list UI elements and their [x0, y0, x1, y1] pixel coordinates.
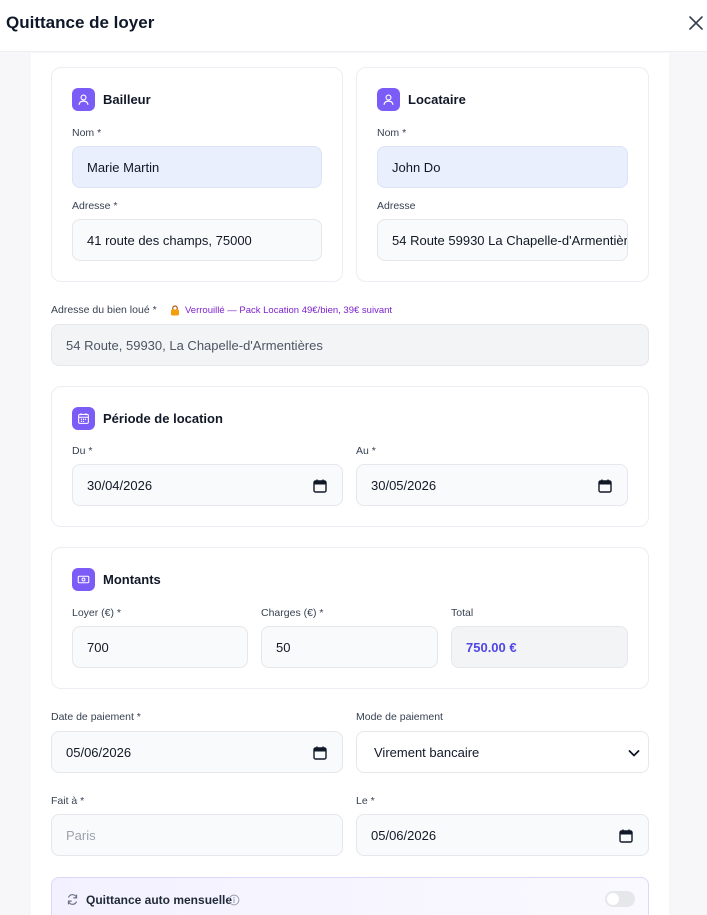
locataire-nom-input[interactable]: John Do [377, 146, 628, 188]
locataire-title: Locataire [408, 92, 466, 107]
user-icon [377, 88, 400, 111]
loyer-label: Loyer (€) * [72, 607, 122, 619]
bailleur-nom-label: Nom * [72, 127, 102, 139]
bailleur-adresse-label: Adresse * [72, 200, 118, 212]
le-date-input[interactable]: 05/06/2026 [356, 814, 649, 856]
auto-quittance-toggle[interactable] [605, 891, 635, 907]
calendar-icon[interactable] [597, 478, 613, 494]
modal-header: Quittance de loyer [0, 0, 707, 52]
lock-note: Verrouillé — Pack Location 49€/bien, 39€… [170, 305, 392, 316]
locataire-adresse-input[interactable]: 54 Route 59930 La Chapelle-d'Armentières [377, 219, 628, 261]
lock-note-text: Verrouillé — Pack Location 49€/bien, 39€… [185, 305, 393, 316]
user-icon [72, 88, 95, 111]
toggle-knob [607, 893, 619, 905]
bailleur-nom-input[interactable]: Marie Martin [72, 146, 322, 188]
calendar-icon [72, 407, 95, 430]
auto-quittance-bar: Quittance auto mensuelle [51, 877, 649, 915]
auto-quittance-label: Quittance auto mensuelle [86, 893, 233, 907]
loyer-input[interactable]: 700 [72, 626, 248, 668]
close-icon[interactable] [684, 11, 707, 35]
du-date-input[interactable]: 30/04/2026 [72, 464, 343, 506]
refresh-icon [67, 894, 78, 905]
au-label: Au * [356, 445, 376, 457]
charges-input[interactable]: 50 [261, 626, 438, 668]
periode-title: Période de location [103, 411, 223, 426]
montants-title: Montants [103, 572, 161, 587]
locataire-adresse-label: Adresse [377, 200, 416, 212]
banknote-icon [72, 568, 95, 591]
au-date-input[interactable]: 30/05/2026 [356, 464, 628, 506]
locataire-header: Locataire [377, 88, 466, 111]
periode-header: Période de location [72, 407, 223, 430]
montants-header: Montants [72, 568, 161, 591]
bailleur-header: Bailleur [72, 88, 151, 111]
info-icon[interactable] [228, 894, 240, 906]
total-label: Total [451, 607, 474, 619]
mode-paiement-label: Mode de paiement [356, 711, 443, 723]
bailleur-adresse-input[interactable]: 41 route des champs, 75000 [72, 219, 322, 261]
lock-icon [171, 305, 179, 316]
date-paiement-label: Date de paiement * [51, 711, 141, 723]
locataire-nom-label: Nom * [377, 127, 407, 139]
bailleur-title: Bailleur [103, 92, 151, 107]
total-display: 750.00 € [451, 626, 628, 668]
page-title: Quittance de loyer [6, 13, 155, 32]
bien-input: 54 Route, 59930, La Chapelle-d'Armentièr… [51, 324, 649, 366]
fait-label: Fait à * [51, 795, 85, 807]
mode-paiement-select[interactable]: Virement bancaire [356, 731, 649, 773]
fait-input[interactable]: Paris [51, 814, 343, 856]
charges-label: Charges (€) * [261, 607, 324, 619]
chevron-down-icon[interactable] [626, 745, 642, 761]
le-label: Le * [356, 795, 375, 807]
du-label: Du * [72, 445, 93, 457]
calendar-icon[interactable] [312, 478, 328, 494]
calendar-icon[interactable] [618, 828, 634, 844]
date-paiement-input[interactable]: 05/06/2026 [51, 731, 343, 773]
calendar-icon[interactable] [312, 745, 328, 761]
bien-label: Adresse du bien loué * [51, 304, 157, 316]
